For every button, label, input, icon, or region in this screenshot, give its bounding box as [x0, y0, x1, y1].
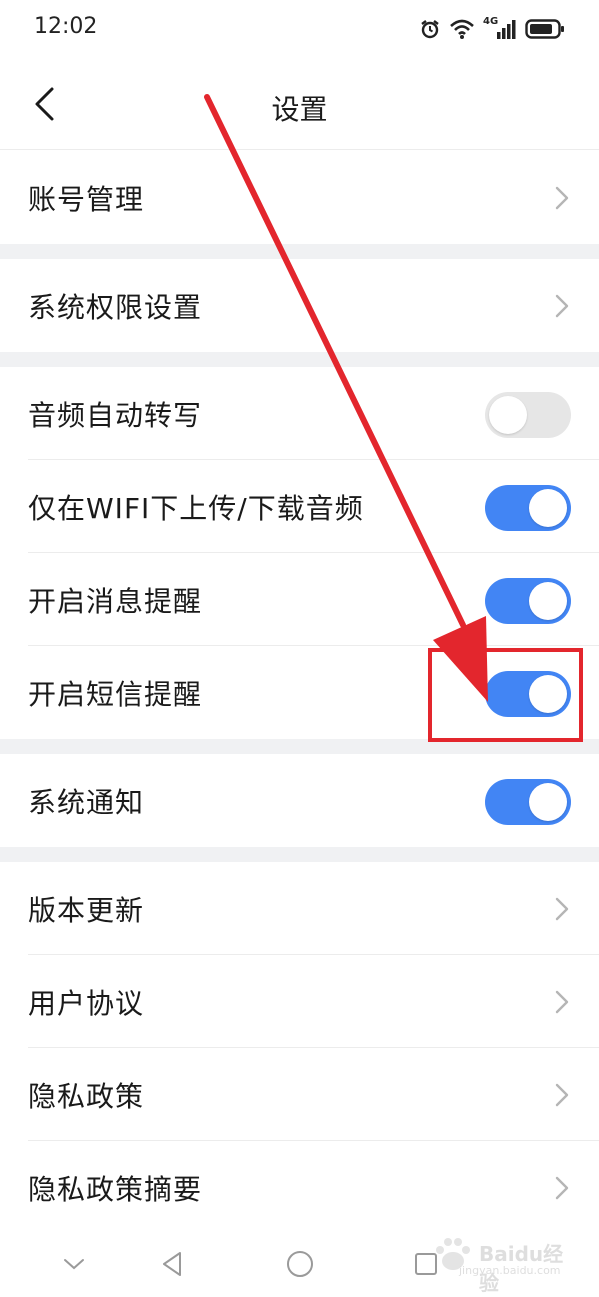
section-gap — [0, 352, 599, 367]
row-label: 账号管理 — [28, 182, 145, 216]
toggle-knob — [529, 783, 567, 821]
row-user-agreement[interactable]: 用户协议 — [0, 955, 599, 1048]
row-version-update[interactable]: 版本更新 — [0, 862, 599, 955]
row-account-management[interactable]: 账号管理 — [0, 151, 599, 244]
toggle-knob — [489, 396, 527, 434]
row-message-reminder: 开启消息提醒 — [0, 553, 599, 646]
status-time: 12:02 — [34, 14, 98, 39]
row-label: 开启短信提醒 — [28, 677, 203, 711]
header: 设置 — [0, 58, 599, 150]
system-notification-toggle[interactable] — [485, 779, 571, 825]
collapse-button[interactable] — [54, 1244, 94, 1284]
status-icons: 4G — [419, 14, 565, 44]
row-label: 版本更新 — [28, 893, 145, 927]
row-label: 系统权限设置 — [28, 290, 203, 324]
annotation-highlight-box — [428, 648, 583, 742]
toggle-knob — [529, 582, 567, 620]
message-reminder-toggle[interactable] — [485, 578, 571, 624]
status-bar: 12:02 4G — [0, 0, 599, 58]
alarm-icon — [419, 18, 441, 40]
collapse-icon — [64, 1259, 84, 1270]
row-wifi-only-audio: 仅在WIFI下上传/下载音频 — [0, 460, 599, 553]
wifi-icon — [449, 18, 475, 40]
page-title: 设置 — [271, 93, 328, 126]
battery-icon — [525, 18, 565, 40]
home-circle-icon — [287, 1251, 313, 1277]
chevron-right-icon — [555, 897, 569, 921]
row-audio-auto-transcribe: 音频自动转写 — [0, 367, 599, 460]
row-label: 隐私政策 — [28, 1079, 145, 1113]
chevron-right-icon — [555, 1176, 569, 1200]
back-triangle-icon — [163, 1252, 181, 1276]
chevron-right-icon — [555, 294, 569, 318]
row-label: 用户协议 — [28, 986, 145, 1020]
wifi-only-audio-toggle[interactable] — [485, 485, 571, 531]
row-label: 隐私政策摘要 — [28, 1172, 203, 1206]
back-nav-button[interactable] — [152, 1244, 192, 1284]
row-label: 开启消息提醒 — [28, 584, 203, 618]
row-label: 仅在WIFI下上传/下载音频 — [28, 491, 364, 525]
row-label: 音频自动转写 — [28, 398, 203, 432]
row-privacy-policy[interactable]: 隐私政策 — [0, 1048, 599, 1141]
chevron-right-icon — [555, 990, 569, 1014]
home-button[interactable] — [280, 1244, 320, 1284]
chevron-right-icon — [555, 186, 569, 210]
row-system-permissions[interactable]: 系统权限设置 — [0, 259, 599, 352]
row-system-notification: 系统通知 — [0, 754, 599, 847]
signal-icon: 4G — [483, 17, 517, 41]
row-privacy-policy-summary[interactable]: 隐私政策摘要 — [0, 1141, 599, 1234]
chevron-right-icon — [555, 1083, 569, 1107]
baidu-jingyan-watermark: Baidu经验 jingyan.baidu.com — [429, 1230, 569, 1295]
section-gap — [0, 244, 599, 259]
section-gap — [0, 847, 599, 862]
audio-auto-transcribe-toggle[interactable] — [485, 392, 571, 438]
toggle-knob — [529, 489, 567, 527]
row-label: 系统通知 — [28, 785, 145, 819]
watermark-url: jingyan.baidu.com — [459, 1264, 561, 1277]
